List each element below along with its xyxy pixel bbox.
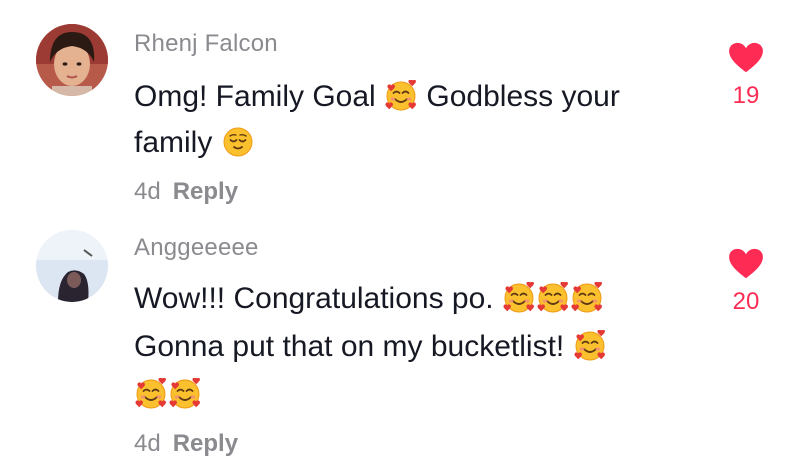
comment-text: Godbless your: [418, 80, 620, 113]
comment-text-line: Gonna put that on my bucketlist!: [134, 328, 607, 366]
comment-timestamp: 4d: [134, 178, 161, 205]
avatar[interactable]: [36, 24, 108, 96]
comment-item: Anggeeeee Wow!!! Congratulations po. Gon…: [0, 220, 801, 475]
reply-button[interactable]: Reply: [173, 430, 238, 457]
comment-text-line: Omg! Family Goal Godbless your: [134, 78, 620, 116]
relieved-face-icon: [222, 126, 254, 158]
like-button[interactable]: 20: [718, 248, 774, 316]
like-count: 20: [732, 288, 760, 315]
smiling-face-with-hearts-icon: [537, 282, 569, 314]
avatar[interactable]: [36, 230, 108, 302]
comment-text: Gonna put that on my bucketlist!: [134, 330, 573, 363]
user-avatar-photo-icon: [36, 230, 108, 302]
smiling-face-with-hearts-icon: [385, 80, 417, 112]
heart-icon[interactable]: [728, 248, 764, 280]
reply-button[interactable]: Reply: [173, 178, 238, 205]
comment-username[interactable]: Anggeeeee: [134, 234, 259, 262]
user-avatar-photo-icon: [36, 24, 108, 96]
comment-text: family: [134, 126, 221, 159]
like-button[interactable]: 19: [718, 42, 774, 110]
comment-text-line: family: [134, 124, 255, 162]
comment-meta: 4d Reply: [134, 178, 238, 206]
comment-text-line: [134, 376, 202, 414]
smiling-face-with-hearts-icon: [574, 330, 606, 362]
smiling-face-with-hearts-icon: [169, 378, 201, 410]
smiling-face-with-hearts-icon: [503, 282, 535, 314]
comment-username[interactable]: Rhenj Falcon: [134, 30, 278, 58]
comment-item: Rhenj Falcon Omg! Family Goal Godbless y…: [0, 0, 801, 220]
smiling-face-with-hearts-icon: [135, 378, 167, 410]
smiling-face-with-hearts-icon: [571, 282, 603, 314]
heart-icon[interactable]: [728, 42, 764, 74]
comment-timestamp: 4d: [134, 430, 161, 457]
comment-text-line: Wow!!! Congratulations po.: [134, 280, 604, 318]
comment-text: Wow!!! Congratulations po.: [134, 282, 502, 315]
like-count: 19: [732, 82, 760, 109]
comment-meta: 4d Reply: [134, 430, 238, 458]
comment-text: Omg! Family Goal: [134, 80, 385, 113]
